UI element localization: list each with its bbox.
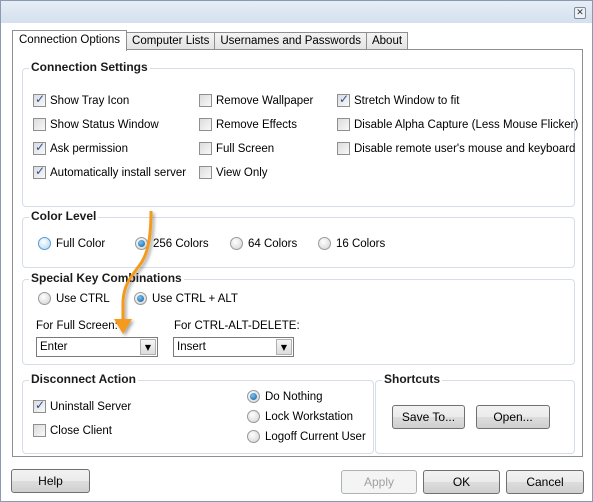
radio-circle[interactable]	[247, 410, 260, 423]
checkbox-box[interactable]	[33, 424, 46, 437]
radio-label: 64 Colors	[248, 237, 298, 250]
ctrl-alt-delete-key-select[interactable]: Insert ▼	[173, 337, 294, 357]
group-title: Connection Settings	[29, 60, 150, 74]
checkbox-label: Automatically install server	[50, 166, 187, 179]
tab-computer-lists[interactable]: Computer Lists	[126, 32, 216, 50]
open-button[interactable]: Open...	[476, 405, 550, 429]
checkbox-label: Uninstall Server	[50, 400, 132, 413]
checkbox-box[interactable]	[33, 164, 46, 179]
full-screen-checkbox[interactable]: Full Screen	[199, 142, 274, 155]
full-color-radio[interactable]: Full Color	[38, 237, 105, 250]
show-status-window-checkbox[interactable]: Show Status Window	[33, 118, 159, 131]
checkbox-label: Close Client	[50, 424, 112, 437]
radio-label: Do Nothing	[265, 390, 323, 403]
uninstall-server-checkbox[interactable]: Uninstall Server	[33, 398, 132, 413]
radio-circle[interactable]	[38, 292, 51, 305]
checkbox-label: Ask permission	[50, 142, 128, 155]
radio-circle[interactable]	[247, 430, 260, 443]
remove-wallpaper-checkbox[interactable]: Remove Wallpaper	[199, 94, 313, 107]
use-ctrl-radio[interactable]: Use CTRL	[38, 292, 110, 305]
chevron-down-icon[interactable]: ▼	[140, 339, 156, 355]
radio-label: Use CTRL	[56, 292, 110, 305]
radio-label: 16 Colors	[336, 237, 386, 250]
checkbox-label: Remove Wallpaper	[216, 94, 314, 107]
close-client-checkbox[interactable]: Close Client	[33, 424, 112, 437]
select-value: Insert	[177, 341, 206, 353]
radio-label: Lock Workstation	[265, 410, 353, 423]
checkbox-box[interactable]	[33, 92, 46, 107]
chevron-down-icon[interactable]: ▼	[276, 339, 292, 355]
checkbox-label: Disable Alpha Capture (Less Mouse Flicke…	[354, 118, 579, 131]
checkbox-label: Full Screen	[216, 142, 275, 155]
ok-button[interactable]: OK	[423, 470, 500, 494]
group-title: Special Key Combinations	[29, 271, 184, 285]
checkbox-label: Show Status Window	[50, 118, 159, 131]
title-bar: ✕	[1, 1, 592, 23]
checkbox-box[interactable]	[199, 142, 212, 155]
group-title: Disconnect Action	[29, 372, 138, 386]
radio-circle[interactable]	[135, 237, 148, 250]
group-title: Color Level	[29, 209, 99, 223]
remove-effects-checkbox[interactable]: Remove Effects	[199, 118, 297, 131]
checkbox-label: Stretch Window to fit	[354, 94, 460, 107]
radio-circle[interactable]	[230, 237, 243, 250]
cancel-button[interactable]: Cancel	[506, 470, 584, 494]
group-title: Shortcuts	[382, 372, 443, 386]
stretch-window-checkbox[interactable]: Stretch Window to fit	[337, 92, 460, 107]
logoff-current-user-radio[interactable]: Logoff Current User	[247, 430, 366, 443]
disable-alpha-capture-checkbox[interactable]: Disable Alpha Capture (Less Mouse Flicke…	[337, 118, 578, 131]
checkbox-box[interactable]	[33, 140, 46, 155]
256-colors-radio[interactable]: 256 Colors	[135, 237, 209, 250]
disable-remote-input-checkbox[interactable]: Disable remote user's mouse and keyboard	[337, 142, 575, 155]
tab-about[interactable]: About	[365, 32, 409, 50]
close-icon[interactable]: ✕	[574, 7, 586, 19]
checkbox-box[interactable]	[337, 92, 350, 107]
checkbox-label: Disable remote user's mouse and keyboard	[354, 142, 576, 155]
apply-button[interactable]: Apply	[341, 470, 417, 494]
tab-usernames-passwords[interactable]: Usernames and Passwords	[214, 32, 367, 50]
radio-label: Use CTRL + ALT	[152, 292, 238, 305]
auto-install-server-checkbox[interactable]: Automatically install server	[33, 164, 187, 179]
tab-strip: Connection Options Computer Lists Userna…	[12, 30, 409, 51]
checkbox-box[interactable]	[33, 398, 46, 413]
checkbox-label: View Only	[216, 166, 268, 179]
checkbox-box[interactable]	[337, 118, 350, 131]
ask-permission-checkbox[interactable]: Ask permission	[33, 140, 128, 155]
options-dialog: ✕ Connection Options Computer Lists User…	[0, 0, 593, 502]
full-screen-key-select[interactable]: Enter ▼	[36, 337, 158, 357]
save-to-button[interactable]: Save To...	[392, 405, 465, 429]
radio-circle[interactable]	[247, 390, 260, 403]
radio-label: Logoff Current User	[265, 430, 366, 443]
checkbox-label: Show Tray Icon	[50, 94, 130, 107]
checkbox-box[interactable]	[199, 118, 212, 131]
radio-circle[interactable]	[318, 237, 331, 250]
select-value: Enter	[40, 341, 68, 353]
ctrl-alt-delete-key-label: For CTRL-ALT-DELETE:	[174, 320, 300, 332]
radio-label: Full Color	[56, 237, 106, 250]
full-screen-key-label: For Full Screen:	[36, 320, 118, 332]
checkbox-label: Remove Effects	[216, 118, 297, 131]
64-colors-radio[interactable]: 64 Colors	[230, 237, 297, 250]
connection-settings-group: Connection Settings	[22, 60, 575, 207]
checkbox-box[interactable]	[33, 118, 46, 131]
view-only-checkbox[interactable]: View Only	[199, 166, 268, 179]
help-button[interactable]: Help	[11, 469, 90, 493]
16-colors-radio[interactable]: 16 Colors	[318, 237, 385, 250]
radio-circle[interactable]	[134, 292, 147, 305]
radio-circle[interactable]	[38, 237, 51, 250]
do-nothing-radio[interactable]: Do Nothing	[247, 390, 323, 403]
lock-workstation-radio[interactable]: Lock Workstation	[247, 410, 353, 423]
tab-connection-options[interactable]: Connection Options	[12, 30, 128, 51]
radio-label: 256 Colors	[153, 237, 209, 250]
checkbox-box[interactable]	[199, 166, 212, 179]
checkbox-box[interactable]	[337, 142, 350, 155]
use-ctrl-alt-radio[interactable]: Use CTRL + ALT	[134, 292, 238, 305]
show-tray-icon-checkbox[interactable]: Show Tray Icon	[33, 92, 130, 107]
checkbox-box[interactable]	[199, 94, 212, 107]
